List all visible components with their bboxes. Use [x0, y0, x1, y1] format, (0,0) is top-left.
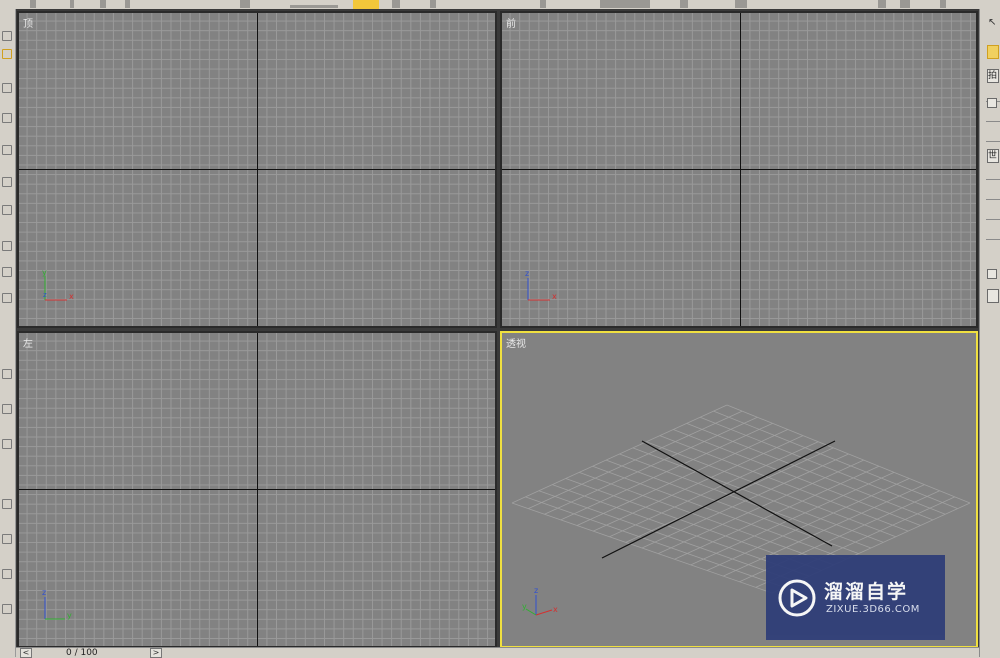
toolbar-icon[interactable] [70, 0, 74, 8]
y-axis-label: y [67, 611, 72, 620]
tool-icon[interactable] [2, 145, 12, 155]
tool-icon[interactable] [2, 369, 12, 379]
panel-dropdown[interactable]: 拍 [987, 69, 999, 83]
viewport-left[interactable]: 左 z y [17, 331, 497, 648]
z-axis-label: z [42, 588, 46, 597]
grid-axis-vertical [740, 13, 741, 326]
tool-icon[interactable] [2, 205, 12, 215]
toolbar-icon[interactable] [125, 0, 130, 8]
toolbar-icon[interactable] [540, 0, 546, 8]
tool-icon[interactable] [2, 293, 12, 303]
y-axis-label: y [42, 268, 47, 277]
viewport-area: 顶 y x z 前 z x 左 z y 透视 z x y [16, 9, 979, 648]
play-logo-icon [778, 579, 816, 617]
tool-icon[interactable] [2, 177, 12, 187]
tool-icon[interactable] [2, 31, 12, 41]
command-panel: ↖ 拍 世 [979, 9, 1000, 657]
tool-icon[interactable] [2, 499, 12, 509]
tool-icon[interactable] [2, 569, 12, 579]
axis-tripod-icon: z x [525, 269, 557, 301]
toolbar-icon[interactable] [30, 0, 36, 8]
tool-icon[interactable] [2, 113, 12, 123]
watermark: 溜溜自学 ZIXUE.3D66.COM [766, 555, 945, 640]
viewport-front[interactable]: 前 z x [500, 11, 978, 328]
divider [986, 141, 1000, 142]
tool-icon[interactable] [2, 241, 12, 251]
toolbar-icon[interactable] [735, 0, 747, 8]
toolbar-icon[interactable] [900, 0, 910, 8]
divider [986, 219, 1000, 220]
rollout-toggle[interactable] [987, 269, 997, 279]
cursor-arrow-icon[interactable]: ↖ [988, 17, 996, 28]
watermark-url: ZIXUE.3D66.COM [826, 604, 920, 615]
tool-icon[interactable] [2, 534, 12, 544]
watermark-title: 溜溜自学 [824, 581, 909, 603]
toolbar-icon[interactable] [430, 0, 436, 8]
toolbar-icon[interactable] [392, 0, 400, 8]
z-axis-label: z [43, 291, 47, 299]
x-axis-label: x [553, 605, 558, 614]
grid-axis-horizontal [19, 489, 495, 490]
divider [986, 179, 1000, 180]
axis-tripod-icon: z y [42, 588, 72, 620]
x-axis-label: x [552, 292, 557, 301]
dotted-selection-icon[interactable] [290, 5, 338, 8]
toolbar-icon[interactable] [240, 0, 250, 8]
viewport-top[interactable]: 顶 y x z [17, 11, 497, 328]
left-toolbar [0, 9, 16, 657]
axis-tripod-icon: z x y [522, 586, 558, 616]
time-slider[interactable]: < 0 / 100 > [16, 647, 979, 658]
tool-icon[interactable] [2, 604, 12, 614]
toolbar-icon[interactable] [878, 0, 886, 8]
tool-icon[interactable] [2, 439, 12, 449]
grid-axis-vertical [257, 333, 258, 646]
divider [986, 239, 1000, 240]
y-axis-label: y [522, 602, 527, 611]
tool-icon[interactable] [2, 267, 12, 277]
toolbar-icon[interactable] [680, 0, 688, 8]
select-tool-button[interactable] [353, 0, 379, 9]
z-axis-label: z [534, 586, 538, 595]
z-axis-label: z [525, 269, 529, 278]
tool-icon[interactable] [2, 49, 12, 59]
panel-checkbox[interactable] [987, 289, 999, 303]
viewport-label[interactable]: 前 [506, 15, 516, 30]
panel-button[interactable]: 世 [987, 149, 999, 163]
viewport-label[interactable]: 左 [23, 335, 33, 350]
toolbar-icon[interactable] [100, 0, 106, 8]
x-axis-label: x [69, 292, 74, 301]
rollout-toggle[interactable] [987, 98, 997, 108]
viewport-label[interactable]: 顶 [23, 15, 33, 30]
divider [986, 121, 1000, 122]
grid-axis-vertical [257, 13, 258, 326]
divider [986, 199, 1000, 200]
tool-icon[interactable] [2, 83, 12, 93]
toolbar-icon[interactable] [600, 0, 650, 8]
create-tab-icon[interactable] [987, 45, 999, 59]
grid-axis-horizontal [19, 169, 495, 170]
toolbar-icon[interactable] [940, 0, 946, 8]
tool-icon[interactable] [2, 404, 12, 414]
axis-tripod-icon: y x z [42, 268, 74, 301]
